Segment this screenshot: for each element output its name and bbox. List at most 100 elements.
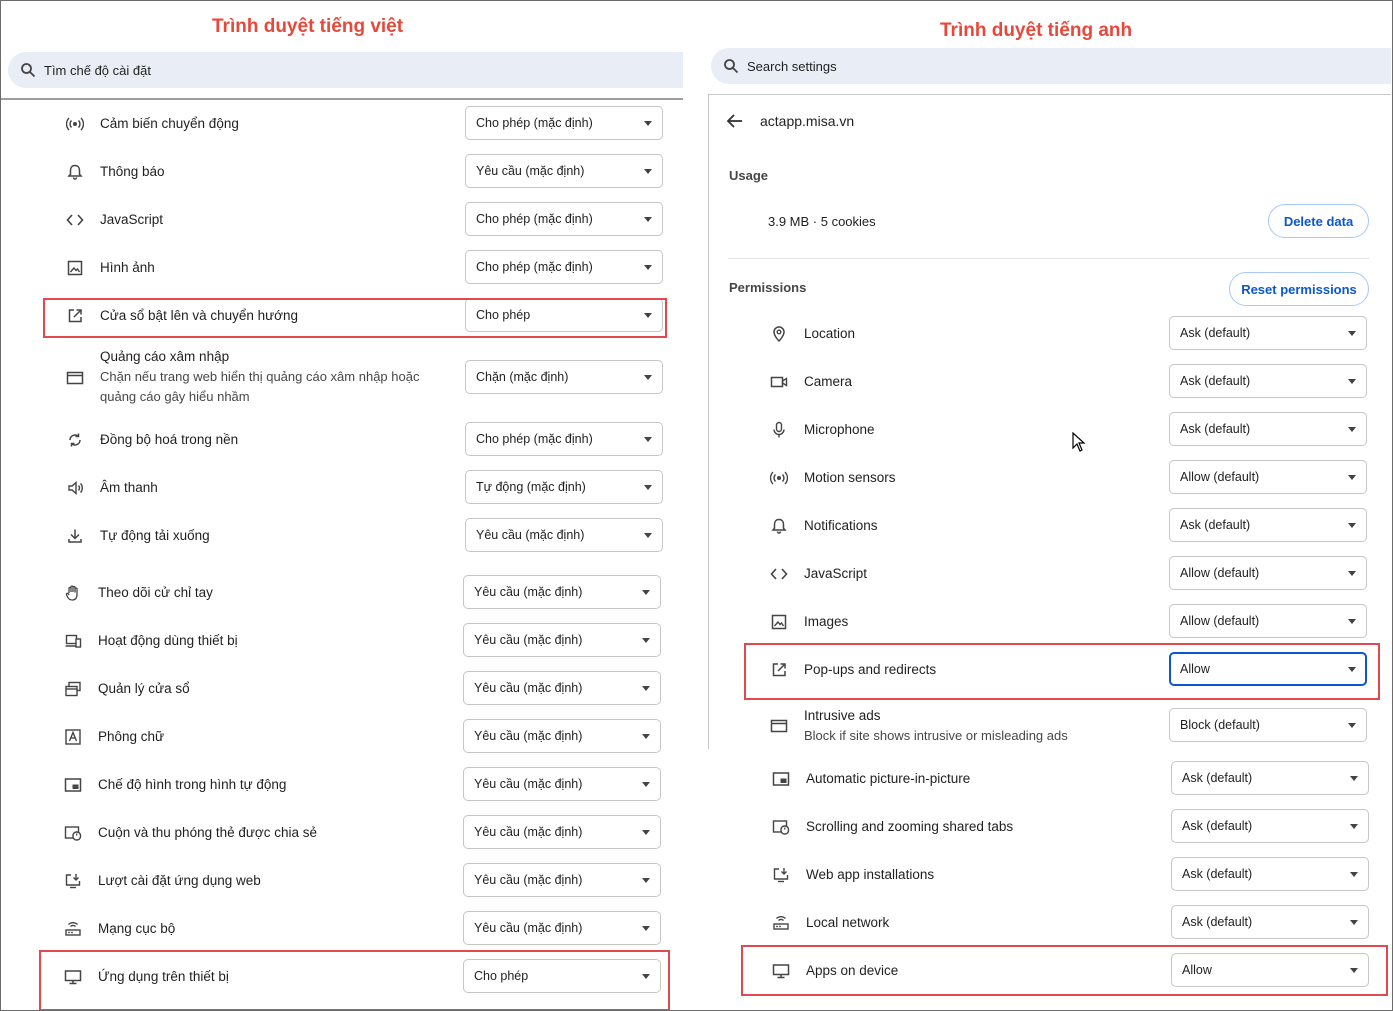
- permission-select[interactable]: Ask (default): [1171, 905, 1369, 939]
- permission-select-value: Allow (default): [1180, 614, 1260, 628]
- permission-select[interactable]: Allow (default): [1169, 604, 1367, 638]
- right-permission-row: Images Allow (default): [0, 602, 1393, 642]
- dropdown-arrow-icon: [644, 217, 652, 222]
- permission-select[interactable]: Ask (default): [1169, 508, 1367, 542]
- permission-select[interactable]: Yêu cầu (mặc định): [465, 154, 663, 188]
- permission-select-value: Ask (default): [1182, 915, 1253, 929]
- permissions-heading: Permissions: [729, 280, 807, 295]
- permission-label: Notifications: [804, 518, 878, 533]
- permission-label: Cảm biến chuyển động: [100, 116, 239, 131]
- highlight-right-popups: [744, 643, 1380, 700]
- permission-select[interactable]: Ask (default): [1169, 412, 1367, 446]
- router-icon: [772, 914, 790, 932]
- right-permission-row: Motion sensors Allow (default): [0, 458, 1393, 498]
- permission-label: Local network: [806, 915, 890, 930]
- dropdown-arrow-icon: [1348, 427, 1356, 432]
- bell-icon: [770, 517, 788, 535]
- back-arrow-icon[interactable]: [726, 112, 744, 130]
- caption-english: Trình duyệt tiếng anh: [940, 20, 1133, 41]
- search-bar-right[interactable]: Search settings: [711, 48, 1391, 84]
- permission-label: Location: [804, 326, 856, 341]
- usage-heading: Usage: [729, 168, 769, 183]
- site-title: actapp.misa.vn: [760, 113, 855, 129]
- permission-select[interactable]: Ask (default): [1171, 809, 1369, 843]
- dropdown-arrow-icon: [1350, 872, 1358, 877]
- permission-label: JavaScript: [100, 212, 164, 227]
- search-input-right[interactable]: Search settings: [747, 59, 837, 74]
- search-icon: [21, 63, 36, 78]
- permission-select-value: Ask (default): [1182, 771, 1253, 785]
- permission-select[interactable]: Ask (default): [1171, 857, 1369, 891]
- permission-select[interactable]: Allow (default): [1169, 556, 1367, 590]
- image-icon: [66, 259, 84, 277]
- permission-label: Camera: [804, 374, 853, 389]
- ads-icon: [770, 717, 788, 735]
- dropdown-arrow-icon: [644, 265, 652, 270]
- permission-label: JavaScript: [804, 566, 868, 581]
- permission-label: Motion sensors: [804, 470, 896, 485]
- permission-select[interactable]: Block (default): [1169, 708, 1367, 742]
- permission-select-value: Yêu cầu (mặc định): [476, 164, 585, 178]
- dropdown-arrow-icon: [644, 169, 652, 174]
- camera-icon: [770, 373, 788, 391]
- permission-label: Intrusive ads: [804, 708, 881, 723]
- permission-select-value: Cho phép (mặc định): [476, 260, 593, 274]
- permission-label: Web app installations: [806, 867, 935, 882]
- right-permission-row: JavaScript Allow (default): [0, 554, 1393, 594]
- permission-select-value: Ask (default): [1180, 518, 1251, 532]
- right-permission-row: Notifications Ask (default): [0, 506, 1393, 546]
- permission-select-value: Allow (default): [1180, 470, 1260, 484]
- left-permission-row: Hình ảnh Cho phép (mặc định): [0, 248, 683, 288]
- permission-label: Images: [804, 614, 849, 629]
- dropdown-arrow-icon: [1350, 776, 1358, 781]
- left-permission-row: Thông báo Yêu cầu (mặc định): [0, 152, 683, 192]
- permission-select[interactable]: Cho phép (mặc định): [465, 250, 663, 284]
- permission-select[interactable]: Allow (default): [1169, 460, 1367, 494]
- dropdown-arrow-icon: [1350, 824, 1358, 829]
- mouse-cursor-icon: [1072, 432, 1086, 452]
- search-icon: [724, 59, 739, 74]
- permission-label: Microphone: [804, 422, 875, 437]
- right-permission-row: Microphone Ask (default): [0, 410, 1393, 450]
- bell-icon: [66, 163, 84, 181]
- highlight-right-apps: [741, 945, 1388, 996]
- pip-icon: [772, 770, 790, 788]
- right-permission-row: Local network Ask (default): [0, 903, 1393, 943]
- permission-select[interactable]: Ask (default): [1169, 364, 1367, 398]
- left-permission-row: JavaScript Cho phép (mặc định): [0, 200, 683, 240]
- dropdown-arrow-icon: [1348, 723, 1356, 728]
- permission-select-value: Cho phép (mặc định): [476, 212, 593, 226]
- permission-label: Automatic picture-in-picture: [806, 771, 971, 786]
- permission-select[interactable]: Ask (default): [1169, 316, 1367, 350]
- highlight-left-popups: [43, 298, 667, 338]
- right-permission-row: Camera Ask (default): [0, 362, 1393, 402]
- highlight-left-apps: [39, 950, 670, 1011]
- microphone-icon: [770, 421, 788, 439]
- right-permission-row: Scrolling and zooming shared tabs Ask (de…: [0, 807, 1393, 847]
- permission-select-value: Allow (default): [1180, 566, 1260, 580]
- search-bar-left[interactable]: Tìm chế độ cài đặt: [8, 52, 683, 88]
- right-permission-row: Automatic picture-in-picture Ask (default…: [0, 759, 1393, 799]
- reset-permissions-button[interactable]: Reset permissions: [1229, 272, 1369, 306]
- dropdown-arrow-icon: [1348, 475, 1356, 480]
- delete-data-button[interactable]: Delete data: [1268, 204, 1369, 238]
- left-permission-row: Cảm biến chuyển động Cho phép (mặc định): [0, 104, 683, 144]
- permission-select-value: Cho phép (mặc định): [476, 116, 593, 130]
- permission-select[interactable]: Ask (default): [1171, 761, 1369, 795]
- image-icon: [770, 613, 788, 631]
- search-input-left[interactable]: Tìm chế độ cài đặt: [44, 63, 151, 78]
- scroll-zoom-icon: [772, 818, 790, 836]
- motion-sensors-icon: [769, 469, 789, 487]
- code-icon: [66, 211, 84, 229]
- permission-select[interactable]: Cho phép (mặc định): [465, 106, 663, 140]
- search-divider-left: [0, 98, 683, 100]
- permission-select-value: Ask (default): [1182, 819, 1253, 833]
- permission-select-value: Ask (default): [1182, 867, 1253, 881]
- usage-text: 3.9 MB · 5 cookies: [768, 214, 876, 229]
- location-icon: [770, 325, 788, 343]
- dropdown-arrow-icon: [1348, 523, 1356, 528]
- permission-select[interactable]: Cho phép (mặc định): [465, 202, 663, 236]
- permission-description: Block if site shows intrusive or mislead…: [804, 728, 1068, 743]
- motion-sensors-icon: [65, 115, 85, 133]
- permission-select-value: Ask (default): [1180, 422, 1251, 436]
